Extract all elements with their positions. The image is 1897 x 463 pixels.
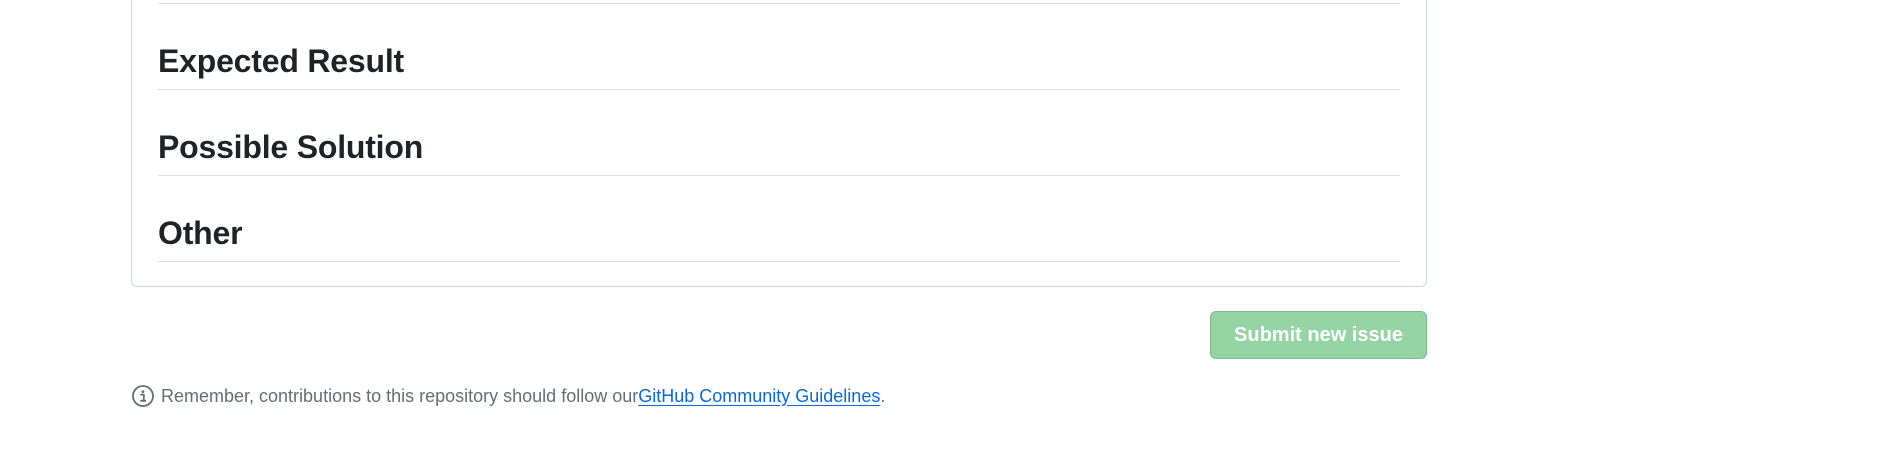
community-guidelines-notice: Remember, contributions to this reposito…: [131, 382, 885, 410]
section-heading: Other: [158, 215, 243, 251]
section-heading: Possible Solution: [158, 129, 424, 165]
submit-new-issue-button[interactable]: Submit new issue: [1210, 311, 1427, 359]
section-possible-solution: Possible Solution: [158, 90, 1400, 176]
section-heading: Expected Result: [158, 43, 404, 79]
notice-period: .: [880, 385, 886, 406]
info-icon: [131, 384, 155, 408]
notice-text: Remember, contributions to this reposito…: [161, 385, 639, 406]
section-expected-result: Expected Result: [158, 4, 1400, 90]
section-other: Other: [158, 176, 1400, 262]
issue-form-page: Expected Result Possible Solution Other …: [0, 0, 1897, 463]
community-guidelines-link[interactable]: GitHub Community Guidelines: [638, 386, 880, 407]
issue-template-body: Expected Result Possible Solution Other: [131, 0, 1427, 287]
